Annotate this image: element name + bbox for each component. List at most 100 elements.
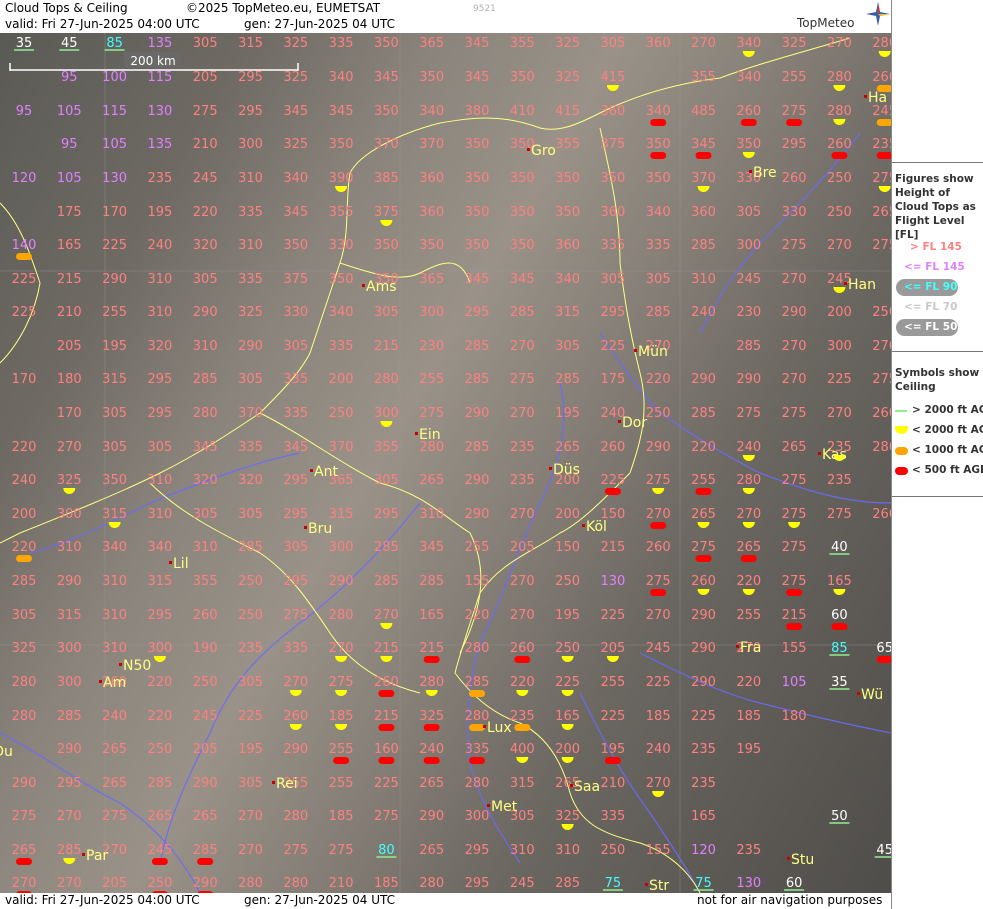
cloud-top-value: 350 [555,205,580,220]
cloud-top-value: 205 [510,540,535,555]
cloud-top-value: 280 [872,440,891,455]
cloud-top-value: 335 [600,809,625,824]
ceiling-semicircle-marker [742,488,755,494]
cloud-top-value: 150 [555,540,580,555]
cloud-top-value: 350 [465,205,490,220]
cloud-top-value: 130 [102,171,127,186]
cloud-top-value: 320 [238,473,263,488]
cloud-top-value: 285 [193,372,218,387]
legend-ceiling-below-2000: < 2000 ft AGL [912,424,983,436]
cloud-top-value: 275 [283,843,308,858]
cloud-top-value: 225 [102,238,127,253]
ceiling-semicircle-marker [606,656,619,662]
ceiling-pill-marker [650,152,667,159]
cloud-top-value: 260 [374,675,399,690]
header: Cloud Tops & Ceiling ©2025 TopMeteo.eu, … [0,0,891,33]
cloud-top-value: 285 [147,776,172,791]
cloud-top-value: 280 [465,641,490,656]
ceiling-pill-marker [876,119,891,126]
cloud-top-value: 300 [238,137,263,152]
cloud-top-value: 270 [510,608,535,623]
cloud-top-value: 120 [12,171,37,186]
ceiling-pill-marker [786,119,803,126]
cloud-top-value: 190 [193,641,218,656]
cloud-top-value: 255 [691,473,716,488]
cloud-top-value: 290 [57,742,82,757]
city-label: Am [103,675,126,691]
cloud-top-value: 305 [374,473,399,488]
ceiling-semicircle-marker [561,690,574,696]
copyright: ©2025 TopMeteo.eu, EUMETSAT [186,1,381,15]
cloud-top-value: 270 [827,238,852,253]
cloud-top-value: 260 [827,137,852,152]
cloud-top-value: 345 [283,104,308,119]
cloud-top-value: 310 [193,339,218,354]
cloud-top-value: 265 [102,776,127,791]
ceiling-pill-marker [650,119,667,126]
ceiling-semicircle-marker [652,488,665,494]
cloud-top-value: 340 [646,104,671,119]
cloud-top-value: 345 [193,440,218,455]
cloud-top-value: 215 [782,608,807,623]
ceiling-pill-marker [786,589,803,596]
cloud-top-value: 195 [102,339,127,354]
cloud-top-value: 265 [872,205,891,220]
cloud-top-value: 240 [147,238,172,253]
cloud-top-value: 275 [329,675,354,690]
cloud-top-value: 280 [419,876,444,891]
cloud-top-value: 230 [736,305,761,320]
cloud-top-value: 280 [419,675,444,690]
legend-divider [892,162,983,163]
city-label: Fra [740,640,761,656]
cloud-top-value: 285 [465,372,490,387]
cloud-top-value: 285 [465,440,490,455]
city-label: Stu [791,852,814,868]
city-marker [169,561,172,564]
cloud-top-value: 265 [691,507,716,522]
cloud-top-value: 325 [555,36,580,51]
cloud-top-value: 220 [12,440,37,455]
cloud-top-value: 300 [57,675,82,690]
cloud-top-value: 95 [16,104,33,119]
cloud-top-value: 35 [831,675,848,690]
cloud-top-value: 285 [57,709,82,724]
cloud-top-value: 340 [283,171,308,186]
cloud-top-value: 130 [600,574,625,589]
satellite-map[interactable]: 35 45 85 135 305 315 325 335 350 365 345 355 325 305 3… [0,33,891,893]
legend-panel: Figures show Height of Cloud Tops as Fli… [891,0,983,909]
city-label: Ein [419,427,441,443]
ceiling-semicircle-marker [561,824,574,831]
cloud-top-value: 310 [102,641,127,656]
cloud-top-value: 415 [600,70,625,85]
cloud-top-value: 315 [510,776,535,791]
ceiling-semicircle-marker [380,623,393,629]
cloud-top-value: 265 [555,440,580,455]
cloud-top-value: 375 [283,272,308,287]
cloud-top-value: 255 [736,608,761,623]
cloud-top-value: 280 [827,70,852,85]
cloud-top-value: 285 [510,305,535,320]
city-marker [857,692,860,695]
ceiling-semicircle-marker [788,522,801,528]
cloud-top-value: 270 [646,608,671,623]
ceiling-semicircle-marker [742,589,755,595]
cloud-top-value: 275 [872,372,891,387]
cloud-top-value: 115 [102,104,127,119]
cloud-top-value: 310 [193,540,218,555]
cloud-top-value: 250 [147,742,172,757]
legend-level-fl90: <= FL 90 [904,281,958,293]
cloud-top-value: 310 [691,272,716,287]
cloud-top-value: 215 [374,339,399,354]
cloud-top-value: 290 [102,272,127,287]
cloud-top-value: 270 [646,507,671,522]
cloud-top-value: 275 [872,238,891,253]
cloud-top-value: 300 [329,540,354,555]
cloud-top-value: 280 [827,104,852,119]
city-marker [119,663,122,666]
cloud-top-value: 385 [374,171,399,186]
cloud-top-value: 270 [57,440,82,455]
cloud-top-value: 275 [691,540,716,555]
cloud-top-value: 275 [646,574,671,589]
cloud-top-value: 160 [374,742,399,757]
city-marker [487,804,490,807]
